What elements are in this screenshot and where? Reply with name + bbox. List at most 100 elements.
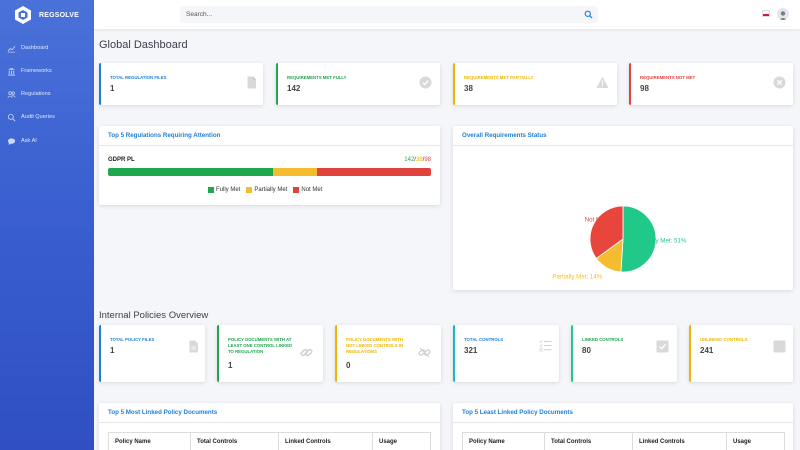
brand-name: REGSOLVE xyxy=(39,11,79,19)
stat-value: 1 xyxy=(110,84,115,93)
pie-label-not-met: Not Met: 35% xyxy=(585,216,623,223)
panel-title: Top 5 Regulations Requiring Attention xyxy=(99,126,440,146)
stat-value: 321 xyxy=(464,346,478,355)
most-linked-panel: Top 5 Most Linked Policy Documents Polic… xyxy=(99,403,440,450)
stat-value: 80 xyxy=(582,346,591,355)
requirements-progress-bar[interactable] xyxy=(108,168,431,176)
bar-segment-fully xyxy=(108,168,273,176)
stat-card-requirements-not-met: REQUIREMENTS NOT MET 98 xyxy=(629,63,793,105)
sidebar-item-label: Ask AI xyxy=(21,138,37,144)
legend-swatch-not-met xyxy=(293,187,300,193)
stat-label: REQUIREMENTS MET FULLY xyxy=(287,75,347,80)
logo-icon xyxy=(15,6,31,24)
search-input[interactable] xyxy=(180,11,570,18)
stat-card-unlinked-controls: UNLINKED CONTROLS 241 xyxy=(689,325,793,382)
pie-label-fully-met: Fully Met: 51% xyxy=(646,237,687,244)
column-header[interactable]: Linked Controls xyxy=(632,432,727,450)
column-header[interactable]: Linked Controls xyxy=(278,432,373,450)
regulation-name[interactable]: GDPR PL xyxy=(108,157,135,163)
panel-title: Top 5 Most Linked Policy Documents xyxy=(99,403,440,423)
stat-value: 38 xyxy=(464,84,473,93)
stat-card-total-policy-files: TOTAL POLICY FILES 1 xyxy=(99,325,205,382)
search-icon xyxy=(7,113,16,121)
user-avatar-icon xyxy=(779,11,787,20)
most-linked-table: Policy Name Total Controls Linked Contro… xyxy=(108,432,431,450)
requirement-counts: 142/38/98 xyxy=(404,157,431,163)
stat-label: TOTAL REGULATION FILES xyxy=(110,75,167,80)
chat-bubble-icon xyxy=(7,137,16,145)
stat-value: 0 xyxy=(346,361,351,370)
top-bar xyxy=(94,0,800,29)
sidebar-item-label: Audit Queries xyxy=(21,114,55,120)
check-circle-icon xyxy=(419,76,432,89)
sidebar-item-audit-queries[interactable]: Audit Queries xyxy=(7,111,55,123)
stat-label: TOTAL CONTROLS xyxy=(464,337,504,342)
search-bar xyxy=(180,6,598,23)
list-check-icon xyxy=(539,340,552,352)
column-header[interactable]: Usage xyxy=(726,432,785,450)
stat-card-requirements-met-fully: REQUIREMENTS MET FULLY 142 xyxy=(276,63,440,105)
legend-label: Partially Met xyxy=(254,187,288,193)
least-linked-table: Policy Name Total Controls Linked Contro… xyxy=(462,432,785,450)
sidebar-item-regulations[interactable]: Regulations xyxy=(7,88,51,100)
attention-panel: Top 5 Regulations Requiring Attention xyxy=(99,126,440,205)
stat-label: POLICY DOCUMENTS WITH AT LEAST ONE CONTR… xyxy=(228,337,293,354)
x-circle-icon xyxy=(773,76,786,89)
column-header[interactable]: Total Controls xyxy=(190,432,279,450)
panel-title: Overall Requirements Status xyxy=(453,126,793,146)
stat-value: 1 xyxy=(110,346,115,355)
stat-value: 98 xyxy=(640,84,649,93)
search-icon[interactable] xyxy=(584,10,593,19)
sidebar-item-ask-ai[interactable]: Ask AI xyxy=(7,135,37,147)
stat-label: UNLINKED CONTROLS xyxy=(700,337,748,342)
legend-swatch-fully xyxy=(208,187,214,193)
checked-box-icon xyxy=(656,340,669,353)
pie-label-partially-met: Partially Met: 14% xyxy=(552,274,602,281)
section-title: Internal Policies Overview xyxy=(99,310,209,321)
warning-icon xyxy=(596,76,609,88)
stat-label: POLICY DOCUMENTS WITH NOT LINKED CONTROL… xyxy=(346,337,404,354)
stat-card-policy-docs-linked: POLICY DOCUMENTS WITH AT LEAST ONE CONTR… xyxy=(217,325,323,382)
stat-card-linked-controls: LINKED CONTROLS 80 xyxy=(571,325,677,382)
column-header[interactable]: Policy Name xyxy=(462,432,545,450)
language-flag-icon[interactable] xyxy=(762,10,770,17)
stat-label: REQUIREMENTS NOT MET xyxy=(640,75,696,80)
page-title: Global Dashboard xyxy=(99,39,188,51)
column-header[interactable]: Usage xyxy=(372,432,431,450)
sidebar-item-dashboard[interactable]: Dashboard xyxy=(7,42,48,54)
count-partially: 38 xyxy=(415,157,423,163)
column-header[interactable]: Total Controls xyxy=(544,432,633,450)
sidebar-item-label: Regulations xyxy=(21,91,51,97)
building-columns-icon xyxy=(7,67,16,76)
table-header-row: Policy Name Total Controls Linked Contro… xyxy=(108,432,431,450)
file-icon xyxy=(247,76,256,89)
count-fully: 142 xyxy=(404,157,415,163)
brand[interactable]: REGSOLVE xyxy=(13,5,79,25)
least-linked-panel: Top 5 Least Linked Policy Documents Poli… xyxy=(453,403,793,450)
legend: Fully Met Partially Met Not Met xyxy=(208,187,322,193)
stat-card-requirements-met-partially: REQUIREMENTS MET PARTIALLY 38 xyxy=(453,63,617,105)
link-icon xyxy=(300,348,313,357)
sidebar-item-label: Dashboard xyxy=(21,45,49,51)
stat-card-total-regulation-files: TOTAL REGULATION FILES 1 xyxy=(99,63,263,105)
pie-chart[interactable]: Fully Met: 51% Partially Met: 14% Not Met:… xyxy=(453,146,793,290)
overall-status-panel: Overall Requirements Status Fully Met: 5… xyxy=(453,126,793,290)
stat-card-total-controls: TOTAL CONTROLS 321 xyxy=(453,325,559,382)
stat-value: 241 xyxy=(700,346,714,355)
avatar[interactable] xyxy=(777,8,789,20)
stat-label: TOTAL POLICY FILES xyxy=(110,337,155,342)
stat-value: 142 xyxy=(287,84,301,93)
table-header-row: Policy Name Total Controls Linked Contro… xyxy=(462,432,785,450)
column-header[interactable]: Policy Name xyxy=(108,432,191,450)
legend-swatch-partially xyxy=(246,187,253,193)
stat-label: LINKED CONTROLS xyxy=(582,337,624,342)
legend-label: Not Met xyxy=(301,187,323,193)
sidebar-item-label: Frameworks xyxy=(21,68,52,74)
sidebar-item-frameworks[interactable]: Frameworks xyxy=(7,65,52,77)
legend-label: Fully Met xyxy=(216,187,241,193)
stat-label: REQUIREMENTS MET PARTIALLY xyxy=(464,75,534,80)
users-icon xyxy=(7,90,16,98)
chart-line-icon xyxy=(7,45,16,52)
panel-title: Top 5 Least Linked Policy Documents xyxy=(453,403,793,423)
file-icon xyxy=(189,340,198,353)
